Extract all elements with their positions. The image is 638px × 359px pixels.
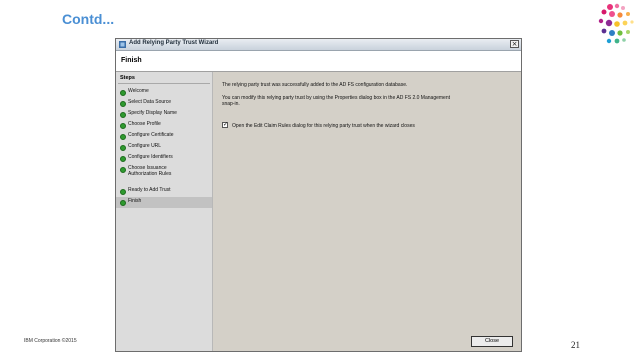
step-item[interactable]: Welcome	[116, 87, 212, 98]
steps-panel: Steps Welcome Select Data Source Specify D…	[116, 72, 213, 351]
close-button[interactable]: Close	[471, 336, 513, 347]
edit-claim-rules-checkbox[interactable]: ✓	[222, 122, 228, 128]
slide-title: Contd...	[62, 11, 115, 27]
info-message-line1: You can modify this relying party trust …	[222, 95, 450, 101]
steps-divider	[118, 83, 210, 84]
wizard-window: Add Relying Party Trust Wizard × Finish …	[115, 38, 522, 352]
step-status-dot-icon	[120, 189, 126, 195]
step-label: Configure Certificate	[128, 132, 174, 138]
step-status-dot-icon	[120, 112, 126, 118]
step-label: Specify Display Name	[128, 110, 177, 116]
step-label: Choose Profile	[128, 121, 161, 127]
step-status-dot-icon	[120, 90, 126, 96]
step-label: Configure URL	[128, 143, 162, 149]
wizard-page-title: Finish	[121, 57, 142, 64]
wizard-header: Finish	[116, 51, 521, 72]
page-number: 21	[571, 340, 580, 350]
step-status-dot-icon	[120, 200, 126, 206]
step-item[interactable]: Configure URL	[116, 142, 212, 153]
window-close-icon[interactable]: ×	[510, 40, 519, 48]
step-label: Choose Issuance Authorization Rules	[128, 165, 172, 177]
step-item[interactable]: Finish	[116, 197, 212, 208]
step-label: Welcome	[128, 88, 149, 94]
info-message-line2: snap-in.	[222, 101, 240, 107]
step-label: Finish	[128, 198, 142, 204]
step-item[interactable]: Ready to Add Trust	[116, 186, 212, 197]
window-titlebar[interactable]: Add Relying Party Trust Wizard ×	[116, 39, 521, 51]
step-item[interactable]: Configure Identifiers	[116, 153, 212, 164]
step-item[interactable]: Configure Certificate	[116, 131, 212, 142]
success-message: The relying party trust was successfully…	[222, 82, 408, 88]
step-status-dot-icon	[120, 123, 126, 129]
edit-claim-rules-label[interactable]: Open the Edit Claim Rules dialog for thi…	[232, 123, 415, 129]
step-item[interactable]: Specify Display Name	[116, 109, 212, 120]
logo-dots-icon	[598, 3, 634, 44]
step-item[interactable]: Choose Profile	[116, 120, 212, 131]
step-item[interactable]: Select Data Source	[116, 98, 212, 109]
step-status-dot-icon	[120, 134, 126, 140]
step-status-dot-icon	[120, 167, 126, 173]
slide-footer: IBM Corporation ©2015	[24, 338, 77, 344]
wizard-app-icon	[119, 41, 126, 48]
step-label: Ready to Add Trust	[128, 187, 171, 193]
step-label: Configure Identifiers	[128, 154, 173, 160]
step-status-dot-icon	[120, 156, 126, 162]
step-item[interactable]: Choose Issuance Authorization Rules	[116, 164, 212, 181]
step-label: Select Data Source	[128, 99, 172, 105]
step-status-dot-icon	[120, 145, 126, 151]
step-status-dot-icon	[120, 101, 126, 107]
steps-heading: Steps	[120, 75, 135, 81]
content-panel: The relying party trust was successfully…	[213, 72, 521, 351]
window-title: Add Relying Party Trust Wizard	[129, 40, 219, 46]
